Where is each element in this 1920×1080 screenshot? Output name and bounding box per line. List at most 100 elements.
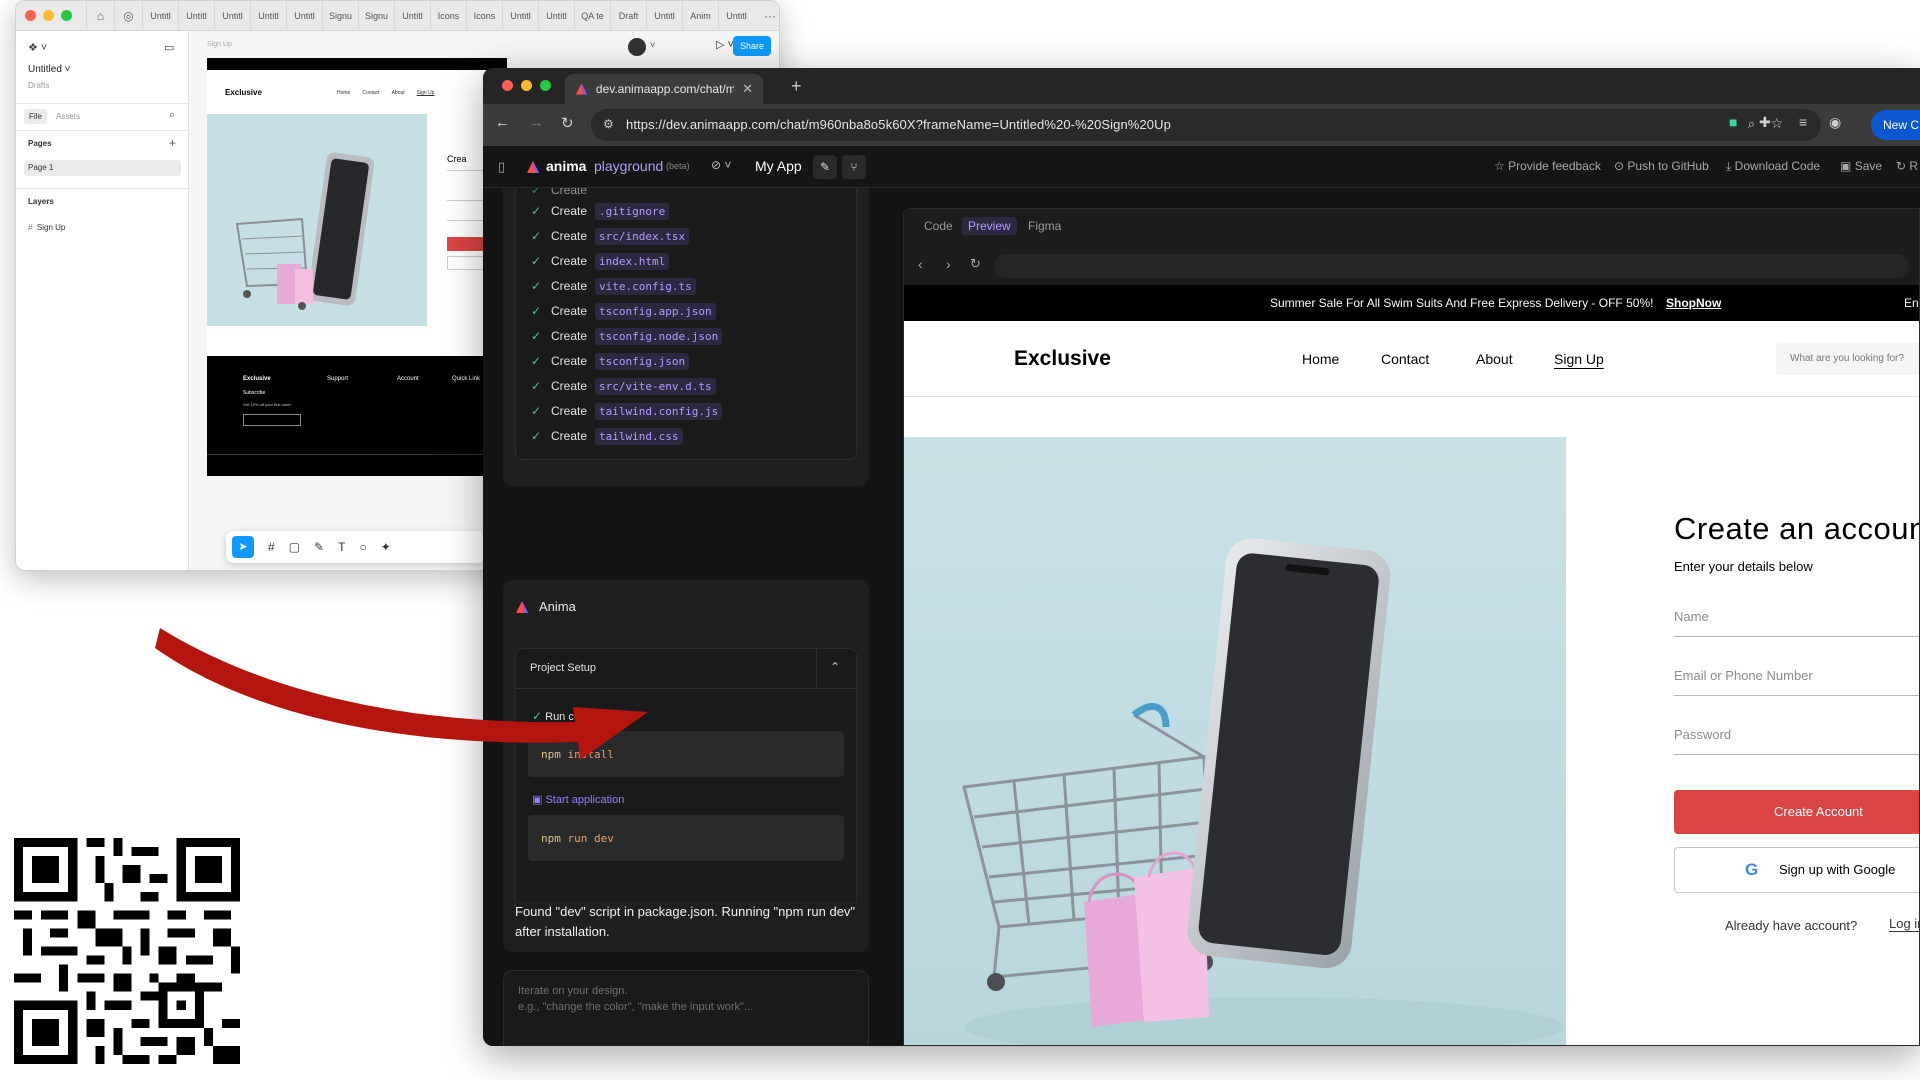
start-app-label: Start application [545, 794, 625, 806]
close-window-button[interactable] [502, 80, 513, 91]
share-button[interactable]: Share [733, 36, 771, 56]
prompt-input[interactable]: Iterate on your design. e.g., "change th… [503, 970, 869, 1046]
sidebar-toggle-icon[interactable]: ▭ [164, 41, 174, 54]
browser-tab[interactable]: dev.animaapp.com/chat/m96 ✕ [565, 74, 763, 104]
google-signup-button[interactable]: G Sign up with Google [1674, 847, 1919, 893]
back-icon[interactable]: ← [495, 114, 510, 131]
figma-tab[interactable]: Signu [358, 1, 394, 31]
tab-assets[interactable]: Assets [56, 112, 80, 121]
text-tool-icon[interactable]: T [338, 540, 345, 554]
nav-about[interactable]: About [1476, 351, 1513, 367]
figma-tab[interactable]: Icons [466, 1, 502, 31]
figma-tab[interactable]: Untitl [286, 1, 322, 31]
comment-tool-icon[interactable]: ○ [359, 540, 366, 554]
figma-tab[interactable]: Untitl [394, 1, 430, 31]
nav-home[interactable]: Home [1302, 351, 1339, 367]
branch-icon[interactable]: ⑂ [842, 155, 866, 179]
app-name[interactable]: My App [755, 158, 802, 174]
home-icon[interactable]: ⌂ [86, 1, 114, 31]
minimize-window-button[interactable] [43, 10, 54, 21]
extension-icon[interactable]: ■ [1729, 114, 1737, 130]
avatar[interactable]: ˅ [628, 38, 658, 58]
rectangle-tool-icon[interactable]: ▢ [289, 540, 300, 554]
email-input[interactable]: Email or Phone Number [1674, 668, 1919, 696]
new-tab-icon[interactable]: + [791, 76, 802, 97]
more-tabs-icon[interactable]: ··· [764, 9, 776, 23]
close-tab-icon[interactable]: ✕ [742, 81, 753, 97]
sidebar-toggle-icon[interactable]: ▯ [498, 159, 505, 175]
preview-forward-icon[interactable]: › [946, 256, 951, 272]
figma-tab[interactable]: Untitl [250, 1, 286, 31]
download-code-button[interactable]: ⤓ Download Code [1726, 159, 1820, 174]
file-name[interactable]: Untitled ˅ [28, 64, 71, 75]
figma-bottom-toolbar: ➤ # ▢ ✎ T ○ ✦ [226, 531, 486, 563]
new-chat-button[interactable]: New C [1871, 110, 1920, 140]
log-in-link[interactable]: Log in [1889, 916, 1919, 932]
project-setup-header[interactable]: Project Setup ⌃ [516, 649, 856, 689]
nav-sign-up[interactable]: Sign Up [1554, 351, 1604, 367]
tab-code[interactable]: Code [924, 219, 953, 233]
page-1-item[interactable]: Page 1 [24, 160, 181, 176]
bookmark-star-icon[interactable]: ☆ [1770, 115, 1783, 132]
figma-tab[interactable]: Draft [610, 1, 646, 31]
site-search-input[interactable]: What are you looking for? [1776, 343, 1919, 375]
chevron-up-icon[interactable]: ⌃ [830, 660, 840, 674]
save-button[interactable]: ▣ Save [1840, 159, 1882, 173]
figma-tab[interactable]: Untitl [718, 1, 754, 31]
figma-tab[interactable]: Icons [430, 1, 466, 31]
tab-figma[interactable]: Figma [1028, 219, 1061, 233]
site-settings-icon[interactable]: ⚙ [603, 117, 614, 131]
forward-icon[interactable]: → [529, 114, 544, 131]
reload-icon[interactable]: ↻ [561, 114, 574, 132]
password-input[interactable]: Password [1674, 727, 1919, 755]
frame-tool-icon[interactable]: # [268, 540, 275, 554]
community-globe-icon[interactable]: ◎ [114, 1, 142, 31]
figma-tab[interactable]: QA te [574, 1, 610, 31]
tab-preview[interactable]: Preview [962, 217, 1017, 235]
maximize-window-button[interactable] [540, 80, 551, 91]
name-input[interactable]: Name [1674, 609, 1919, 637]
signup-subheading: Enter your details below [1674, 559, 1813, 574]
preview-reload-icon[interactable]: ↻ [970, 256, 981, 272]
zoom-icon[interactable]: ⌕ [1748, 116, 1755, 132]
create-account-button[interactable]: Create Account [1674, 790, 1919, 834]
search-icon[interactable]: ⌕ [169, 109, 175, 122]
move-tool-icon[interactable]: ➤ [232, 536, 254, 558]
file-path: .gitignore [595, 202, 670, 220]
figma-tab[interactable]: Untitl [178, 1, 214, 31]
language-selector[interactable]: En [1904, 296, 1919, 310]
figma-tab[interactable]: Untitl [502, 1, 538, 31]
add-page-icon[interactable]: + [169, 136, 176, 150]
framework-selector-icon[interactable]: ⊘ ˅ [711, 158, 731, 172]
close-window-button[interactable] [25, 10, 36, 21]
site-logo[interactable]: Exclusive [1014, 347, 1111, 371]
profile-icon[interactable]: ◉ [1829, 114, 1841, 131]
present-play-icon[interactable]: ▷ ˅ [716, 38, 734, 51]
shop-now-link[interactable]: ShopNow [1666, 296, 1721, 310]
figma-tab[interactable]: Untitl [142, 1, 178, 31]
pen-tool-icon[interactable]: ✎ [314, 540, 324, 554]
actions-tool-icon[interactable]: ✦ [381, 540, 391, 554]
figma-tab[interactable]: Signu [322, 1, 358, 31]
nav-contact[interactable]: Contact [1381, 351, 1429, 367]
extensions-puzzle-icon[interactable]: ✚ [1759, 114, 1771, 131]
tab-file[interactable]: File [24, 109, 47, 124]
figma-tab[interactable]: Untitl [646, 1, 682, 31]
preview-back-icon[interactable]: ‹ [918, 256, 923, 272]
browser-titlebar: dev.animaapp.com/chat/m96 ✕ + [483, 68, 1920, 104]
preview-address-bar[interactable] [994, 254, 1909, 278]
push-github-button[interactable]: ⊙ Push to GitHub [1614, 159, 1709, 173]
reading-list-icon[interactable]: ≡ [1799, 114, 1807, 130]
layer-sign-up[interactable]: # Sign Up [28, 223, 65, 232]
edit-name-icon[interactable]: ✎ [813, 155, 837, 179]
address-bar[interactable]: ⚙ https://dev.animaapp.com/chat/m960nba8… [591, 109, 1821, 141]
minimize-window-button[interactable] [521, 80, 532, 91]
figma-tab[interactable]: Untitl [214, 1, 250, 31]
maximize-window-button[interactable] [61, 10, 72, 21]
provide-feedback-button[interactable]: ☆ Provide feedback [1494, 159, 1601, 173]
site-header: Exclusive Home Contact About Sign Up Wha… [904, 321, 1919, 397]
figma-tab[interactable]: Untitl [538, 1, 574, 31]
figma-tab[interactable]: Anim [682, 1, 718, 31]
figma-menu-icon[interactable]: ❖ ˅ [28, 41, 47, 54]
more-button[interactable]: ↻ R [1896, 159, 1918, 173]
